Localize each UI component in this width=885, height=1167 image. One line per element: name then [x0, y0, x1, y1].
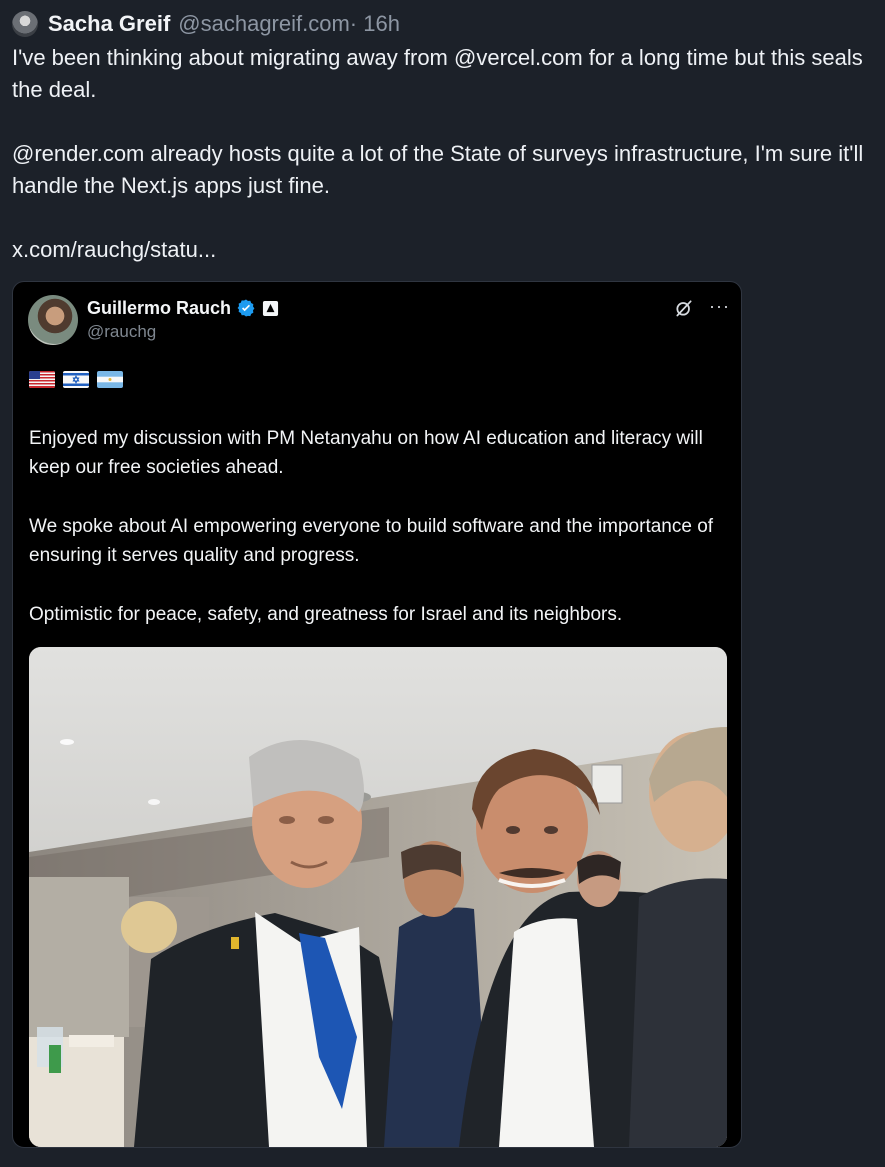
embedded-post-card[interactable]: Guillermo Rauch @rauchg ··· Enjoyed my d…	[12, 281, 742, 1148]
embedded-author-row: Guillermo Rauch	[87, 296, 279, 320]
flag-argentina-icon	[97, 371, 123, 388]
post-text: I've been thinking about migrating away …	[12, 42, 878, 266]
embedded-author-avatar[interactable]	[28, 295, 78, 345]
post-paragraph: @render.com already hosts quite a lot of…	[12, 141, 864, 198]
post-timestamp[interactable]: · 16h	[350, 11, 400, 37]
embedded-author-handle[interactable]: @rauchg	[87, 322, 156, 342]
grok-icon[interactable]	[674, 298, 694, 318]
affiliate-icon[interactable]	[262, 300, 279, 317]
embedded-paragraph: Optimistic for peace, safety, and greatn…	[29, 604, 623, 625]
verified-badge-icon	[237, 299, 255, 317]
embedded-paragraph: Enjoyed my discussion with PM Netanyahu …	[29, 428, 703, 478]
embedded-paragraph: We spoke about AI empowering everyone to…	[29, 516, 714, 566]
embedded-photo[interactable]	[29, 647, 727, 1147]
embedded-author-name[interactable]: Guillermo Rauch	[87, 298, 231, 319]
flag-israel-icon	[63, 371, 89, 388]
embedded-post-text: Enjoyed my discussion with PM Netanyahu …	[29, 424, 719, 629]
post-header: Sacha Greif @sachagreif.com · 16h	[12, 9, 400, 39]
author-handle[interactable]: @sachagreif.com	[178, 11, 350, 37]
flag-us-icon	[29, 371, 55, 388]
author-avatar[interactable]	[12, 11, 38, 37]
post-paragraph: I've been thinking about migrating away …	[12, 45, 863, 102]
author-name[interactable]: Sacha Greif	[48, 11, 170, 37]
flags-row	[29, 371, 123, 388]
more-options-icon[interactable]: ···	[709, 296, 730, 317]
post-link[interactable]: x.com/rauchg/statu...	[12, 234, 878, 266]
